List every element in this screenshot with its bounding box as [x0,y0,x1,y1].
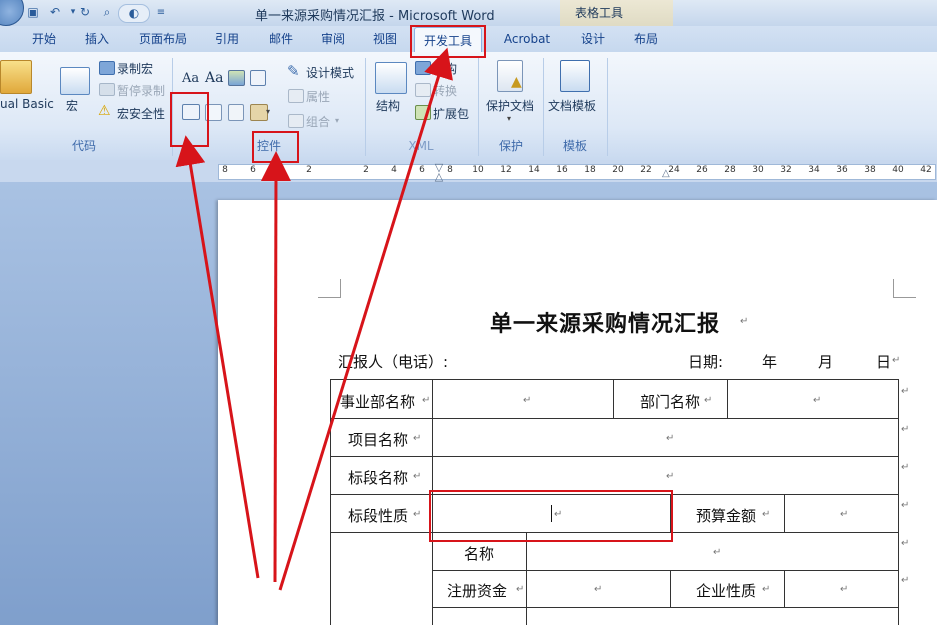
arrow-to-developer-tab [278,47,453,591]
annotation-arrows [175,47,453,591]
arrow-to-controls-label [260,151,291,583]
arrow-to-legacy-tools [175,135,260,579]
